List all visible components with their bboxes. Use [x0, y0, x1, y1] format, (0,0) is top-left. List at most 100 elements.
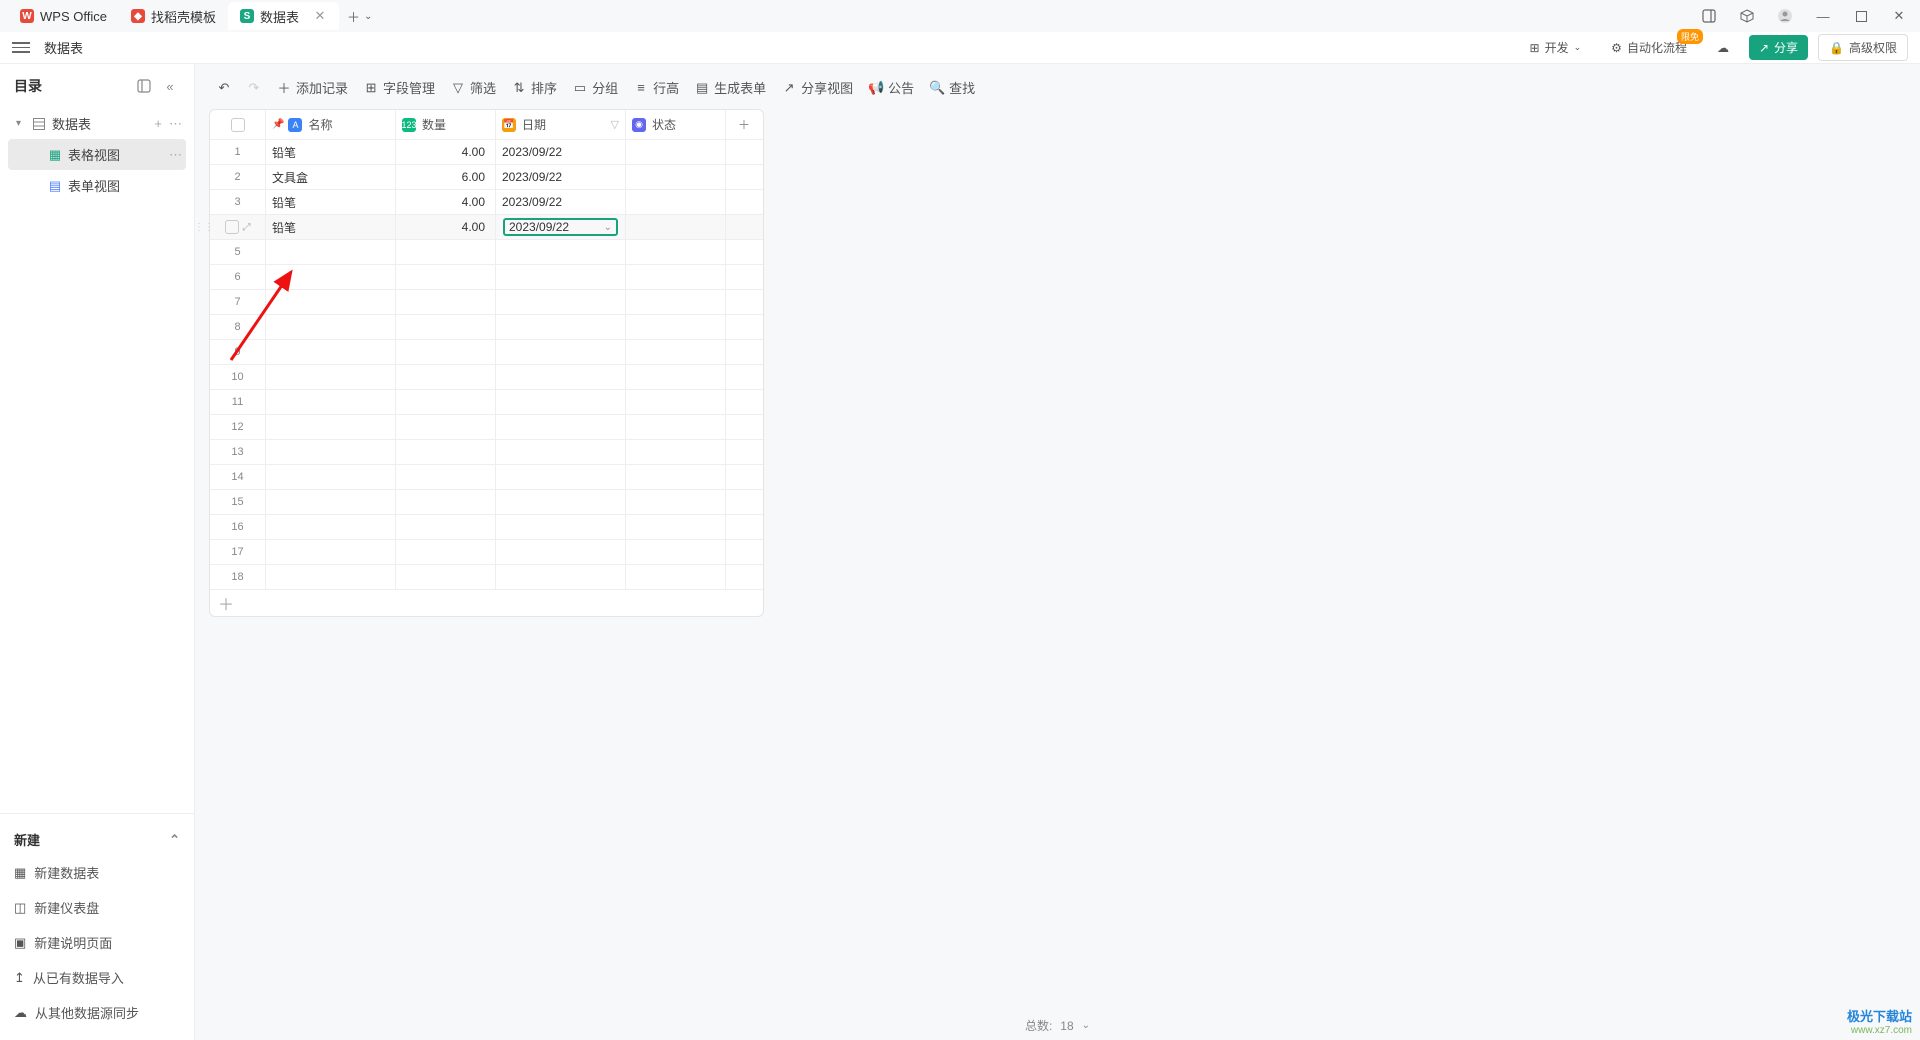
tree-item-form-view[interactable]: ▤ 表单视图: [8, 170, 186, 201]
row-height-button[interactable]: ≡行高: [634, 78, 679, 97]
column-qty[interactable]: 123数量: [396, 110, 496, 139]
cell-rownum[interactable]: 11: [210, 390, 266, 414]
cell-date[interactable]: [496, 365, 626, 389]
cell-status[interactable]: [626, 190, 726, 214]
cell-name[interactable]: [266, 390, 396, 414]
cloud-button[interactable]: ☁: [1707, 37, 1739, 59]
permission-button[interactable]: 🔒 高级权限: [1818, 34, 1908, 61]
link-new-doc[interactable]: ▣新建说明页面: [0, 925, 194, 960]
cell-date[interactable]: [496, 515, 626, 539]
cell-rownum[interactable]: 16: [210, 515, 266, 539]
cell-rownum[interactable]: 1: [210, 140, 266, 164]
cell-qty[interactable]: [396, 315, 496, 339]
drag-handle-icon[interactable]: ⋮⋮: [194, 215, 208, 239]
panel-icon[interactable]: [1696, 3, 1722, 29]
close-window-icon[interactable]: ✕: [1886, 3, 1912, 29]
new-tab-button[interactable]: ＋ ⌄: [339, 7, 380, 26]
filter-icon[interactable]: ▽: [611, 118, 619, 131]
cell-status[interactable]: [626, 340, 726, 364]
tab-wps-office[interactable]: W WPS Office: [8, 2, 119, 30]
table-row[interactable]: 8: [210, 315, 763, 340]
cell-qty[interactable]: [396, 290, 496, 314]
cell-qty[interactable]: [396, 340, 496, 364]
cell-status[interactable]: [626, 140, 726, 164]
cell-rownum[interactable]: 9: [210, 340, 266, 364]
cell-name[interactable]: [266, 365, 396, 389]
cell-rownum[interactable]: 6: [210, 265, 266, 289]
cell-name[interactable]: [266, 315, 396, 339]
cell-status[interactable]: [626, 465, 726, 489]
cell-name[interactable]: [266, 340, 396, 364]
cell-name[interactable]: [266, 540, 396, 564]
cell-date[interactable]: [496, 490, 626, 514]
cell-name[interactable]: [266, 240, 396, 264]
cube-icon[interactable]: [1734, 3, 1760, 29]
cell-status[interactable]: [626, 415, 726, 439]
cell-qty[interactable]: [396, 565, 496, 589]
plus-icon[interactable]: +: [154, 116, 162, 131]
tab-template[interactable]: ◆ 找稻壳模板: [119, 2, 228, 30]
cell-rownum[interactable]: 15: [210, 490, 266, 514]
cell-qty[interactable]: [396, 515, 496, 539]
chevron-down-icon[interactable]: ⌄: [1082, 1020, 1090, 1031]
share-button[interactable]: ↗ 分享: [1749, 35, 1808, 60]
cell-rownum[interactable]: 12: [210, 415, 266, 439]
cell-name[interactable]: [266, 465, 396, 489]
table-row[interactable]: 1 铅笔 4.00 2023/09/22: [210, 140, 763, 165]
tree-item-data-table[interactable]: ▾ 数据表 + ⋯: [8, 108, 186, 139]
cell-rownum[interactable]: ⤢: [210, 215, 266, 239]
cell-qty[interactable]: [396, 540, 496, 564]
cell-name[interactable]: [266, 290, 396, 314]
cell-status[interactable]: [626, 265, 726, 289]
cell-status[interactable]: [626, 390, 726, 414]
cell-qty[interactable]: [396, 465, 496, 489]
cell-status[interactable]: [626, 215, 726, 239]
redo-button[interactable]: ↷: [247, 81, 261, 95]
cell-qty[interactable]: [396, 440, 496, 464]
cell-name[interactable]: [266, 415, 396, 439]
cell-name[interactable]: [266, 490, 396, 514]
more-icon[interactable]: ⋯: [169, 116, 182, 132]
cell-date[interactable]: [496, 315, 626, 339]
cell-status[interactable]: [626, 290, 726, 314]
cell-qty[interactable]: 4.00: [396, 190, 496, 214]
cell-date[interactable]: 2023/09/22: [496, 165, 626, 189]
column-date[interactable]: 📅日期▽: [496, 110, 626, 139]
create-section-head[interactable]: 新建 ⌃: [0, 824, 194, 855]
cell-name[interactable]: [266, 440, 396, 464]
table-row[interactable]: 6: [210, 265, 763, 290]
cell-qty[interactable]: [396, 240, 496, 264]
cell-qty[interactable]: [396, 415, 496, 439]
table-row[interactable]: 10: [210, 365, 763, 390]
add-column-button[interactable]: ＋: [726, 110, 762, 139]
table-row[interactable]: 12: [210, 415, 763, 440]
cell-date[interactable]: [496, 265, 626, 289]
table-row[interactable]: 11: [210, 390, 763, 415]
cell-qty[interactable]: 4.00: [396, 215, 496, 239]
cell-status[interactable]: [626, 440, 726, 464]
cell-qty[interactable]: [396, 490, 496, 514]
checkbox[interactable]: [231, 118, 245, 132]
table-row[interactable]: 16: [210, 515, 763, 540]
cell-date[interactable]: [496, 440, 626, 464]
cell-qty[interactable]: [396, 365, 496, 389]
table-row[interactable]: 7: [210, 290, 763, 315]
cell-rownum[interactable]: 2: [210, 165, 266, 189]
cell-status[interactable]: [626, 515, 726, 539]
cell-rownum[interactable]: 7: [210, 290, 266, 314]
cell-name[interactable]: 铅笔: [266, 140, 396, 164]
add-row-button[interactable]: ＋: [218, 591, 234, 615]
more-icon[interactable]: ⋯: [169, 147, 182, 163]
link-sync-data[interactable]: ☁从其他数据源同步: [0, 995, 194, 1030]
column-status[interactable]: ◉状态: [626, 110, 726, 139]
cell-rownum[interactable]: 3: [210, 190, 266, 214]
add-record-button[interactable]: ＋添加记录: [277, 78, 348, 97]
search-button[interactable]: 🔍查找: [930, 78, 975, 97]
share-view-button[interactable]: ↗分享视图: [782, 78, 853, 97]
minimize-icon[interactable]: —: [1810, 3, 1836, 29]
table-row[interactable]: 15: [210, 490, 763, 515]
group-button[interactable]: ▭分组: [573, 78, 618, 97]
tab-data-table[interactable]: S 数据表 ✕: [228, 2, 339, 30]
cell-rownum[interactable]: 8: [210, 315, 266, 339]
cell-status[interactable]: [626, 540, 726, 564]
